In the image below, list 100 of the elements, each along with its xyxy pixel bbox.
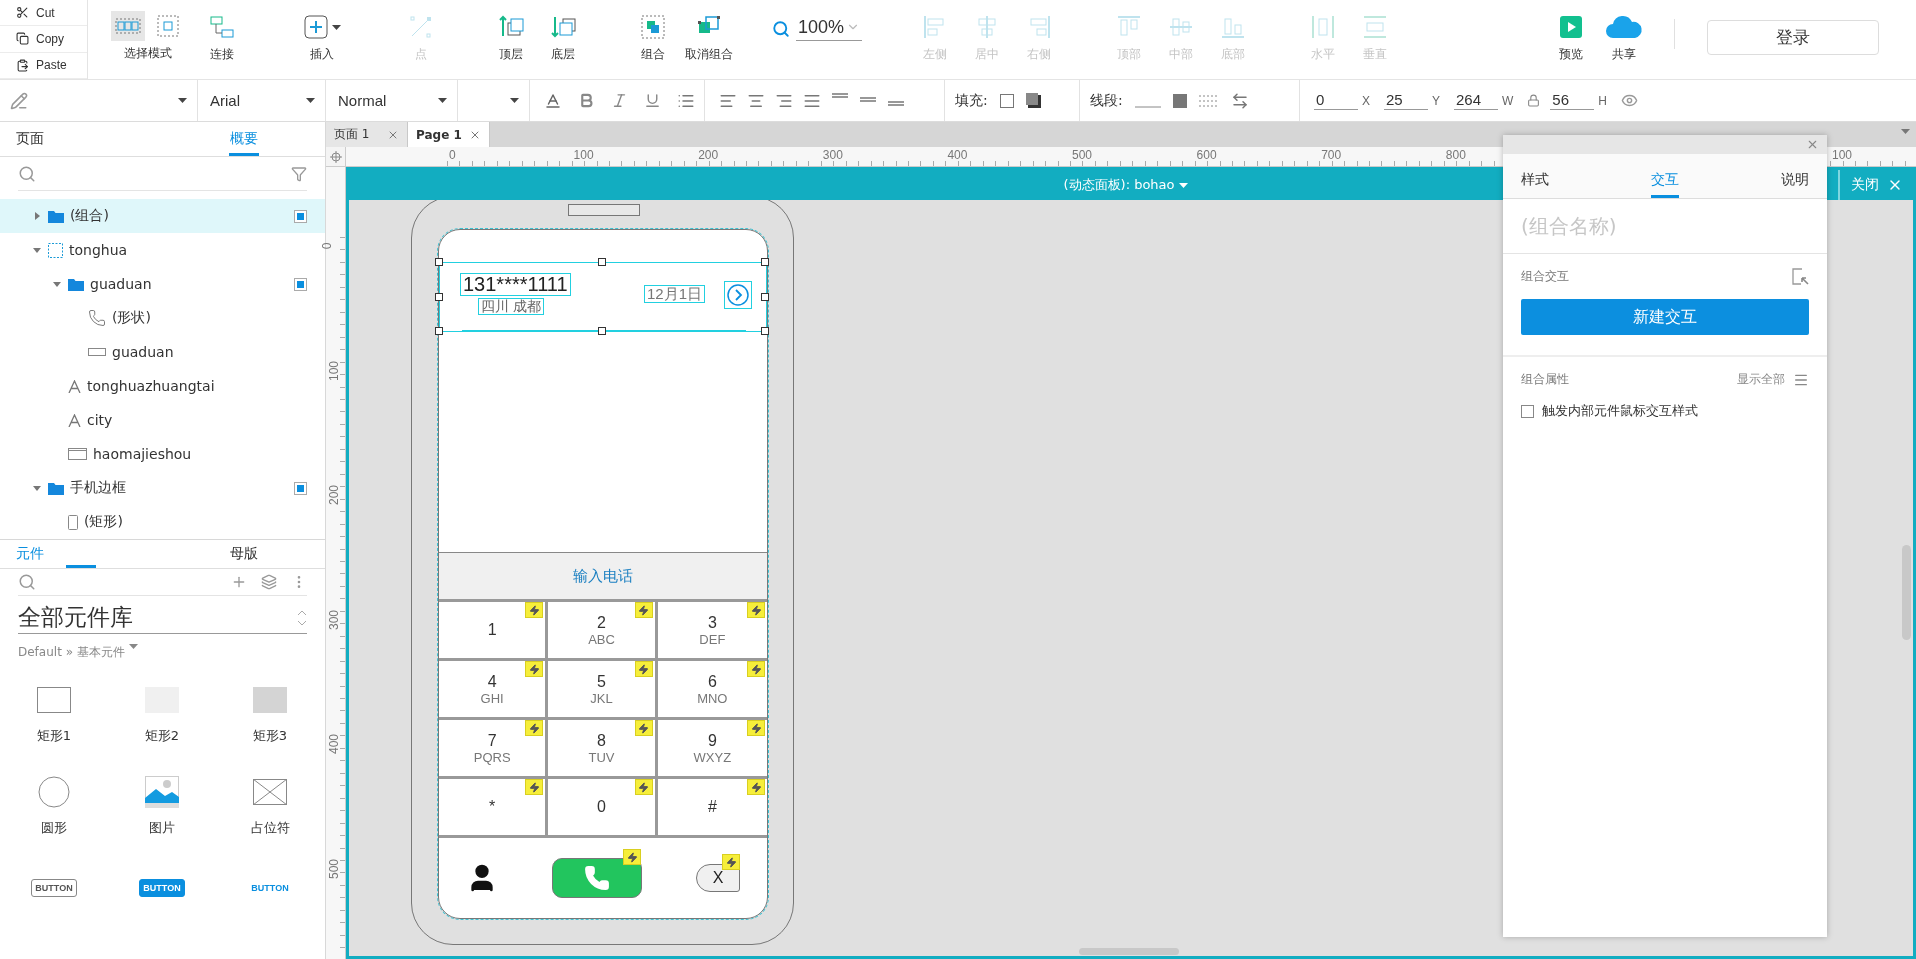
text-color-button[interactable] (544, 91, 562, 110)
keypad-key[interactable]: * (439, 779, 549, 838)
outline-item[interactable]: tonghuazhuangtai (0, 369, 325, 403)
details-button[interactable] (724, 281, 752, 309)
outline-item[interactable]: haomajieshou (0, 437, 325, 471)
outline-item[interactable]: 手机边框 (0, 471, 325, 505)
keypad-key[interactable]: 6 MNO (657, 661, 767, 720)
outline-item[interactable]: guaduan (0, 335, 325, 369)
resize-handle[interactable] (435, 293, 443, 301)
ruler-label: 100 (1832, 148, 1853, 162)
dashed-box-icon (155, 13, 181, 39)
inspector-tab[interactable]: 说明 (1781, 154, 1809, 198)
lines-icon (887, 101, 905, 106)
login-button[interactable]: 登录 (1707, 20, 1880, 55)
italic-button[interactable] (611, 92, 628, 109)
font-dropdown[interactable]: Arial (208, 80, 315, 121)
button-preview[interactable]: BUTTON (139, 879, 185, 897)
lines-icon (859, 97, 877, 102)
resize-handle[interactable] (435, 258, 443, 266)
toolbar-button[interactable]: 顶层 (485, 0, 537, 79)
widget-label[interactable]: 矩形3 (252, 727, 288, 745)
show-all-link[interactable]: 显示全部 (1737, 371, 1785, 388)
outline-item[interactable]: (形状) (0, 301, 325, 335)
outline-item[interactable]: (组合) (0, 199, 325, 233)
coordinate-field[interactable]: 56 (1550, 91, 1595, 110)
line-swatch-icon (1134, 105, 1161, 108)
toolbar-button[interactable]: 组合 (627, 0, 679, 79)
vertical-align-button[interactable] (887, 101, 905, 106)
scrollbar-thumb[interactable] (1079, 948, 1179, 955)
keypad-key[interactable]: 0 (548, 779, 658, 838)
vertical-align-button[interactable] (859, 97, 877, 102)
toolbar-button[interactable]: 共享 (1598, 0, 1651, 79)
button-preview[interactable]: BUTTON (31, 879, 77, 897)
outline-item[interactable]: city (0, 403, 325, 437)
resize-handle[interactable] (435, 327, 443, 335)
panel-tab[interactable]: 元件 (0, 540, 163, 568)
scrollbar-thumb[interactable] (1902, 545, 1911, 640)
coordinate-field[interactable]: 264 (1454, 91, 1499, 110)
expanded-caret-icon[interactable] (32, 483, 42, 493)
name-field[interactable]: (组合名称) (1503, 199, 1827, 254)
keypad-key[interactable]: 1 (439, 602, 549, 661)
resize-handle[interactable] (761, 327, 769, 335)
page-tab[interactable]: Page 1 (408, 122, 490, 147)
fill-color-button[interactable] (999, 93, 1014, 108)
ruler-label: 200 (698, 148, 719, 162)
axis-label: X (1362, 93, 1370, 108)
vertical-align-button[interactable] (831, 93, 849, 98)
page-tab[interactable]: 页面 1 (326, 122, 408, 147)
bold-button[interactable] (578, 92, 595, 109)
toolbar-button[interactable]: 插入 (296, 0, 348, 79)
option-checkbox[interactable]: 触发内部元件鼠标交互样式 (1521, 402, 1809, 420)
toolbar-button[interactable]: 取消组合 (683, 0, 735, 79)
select-arrow-icon[interactable] (1792, 268, 1809, 285)
close-icon[interactable] (1806, 138, 1819, 151)
widget-label[interactable]: 矩形1 (36, 727, 72, 745)
widget-label[interactable]: 矩形2 (144, 727, 180, 745)
zoom-dropdown[interactable]: 100% (796, 16, 863, 41)
library-breadcrumb[interactable]: Default » 基本元件 (18, 644, 125, 661)
keypad-key[interactable]: # (657, 779, 767, 838)
coordinate-field[interactable]: 25 (1384, 91, 1428, 110)
panel-tab[interactable]: 概要 (162, 122, 325, 157)
outline-item[interactable]: (矩形) (0, 505, 325, 539)
resize-handle[interactable] (598, 258, 606, 266)
collapsed-caret-icon[interactable] (32, 211, 42, 221)
delete-key[interactable]: X (696, 864, 740, 892)
keypad-key[interactable]: 4 GHI (439, 661, 549, 720)
panel-tab[interactable]: 页面 (0, 122, 163, 157)
toolbar-button[interactable]: 预览 (1545, 0, 1598, 79)
shadow-button[interactable] (1025, 93, 1041, 108)
outline-item[interactable]: guaduan (0, 267, 325, 301)
arrow-style-button[interactable] (1230, 91, 1249, 110)
widget-label[interactable]: 图片 (149, 819, 175, 837)
keypad-key[interactable]: 8 TUV (548, 720, 658, 779)
call-button[interactable] (552, 858, 642, 898)
coordinate-field[interactable]: 0 (1314, 91, 1358, 110)
toolbar-button[interactable]: 连接 (196, 0, 248, 79)
expanded-caret-icon[interactable] (52, 279, 62, 289)
line-width-button[interactable] (1172, 93, 1187, 108)
toolbar-button[interactable]: 底层 (537, 0, 589, 79)
widget-label[interactable]: 占位符 (250, 819, 290, 837)
underline-icon (644, 92, 661, 109)
resize-handle[interactable] (598, 327, 606, 335)
underline-button[interactable] (644, 92, 661, 109)
widget-label[interactable]: 圆形 (41, 819, 67, 837)
axis-label: W (1502, 93, 1514, 108)
resize-handle[interactable] (761, 258, 769, 266)
folder-icon (48, 481, 64, 495)
library-dropdown[interactable]: 全部元件库 (18, 602, 307, 634)
expanded-caret-icon[interactable] (32, 245, 42, 255)
keypad-key[interactable]: 3 DEF (657, 602, 767, 661)
keypad-key[interactable]: 7 PQRS (439, 720, 549, 779)
font-style-dropdown[interactable]: Normal (336, 80, 447, 121)
keypad-key[interactable]: 2 ABC (548, 602, 658, 661)
button-preview[interactable]: BUTTON (247, 879, 293, 897)
resize-handle[interactable] (761, 293, 769, 301)
panel-tab[interactable]: 母版 (162, 540, 325, 568)
caret-icon (510, 98, 519, 103)
inspector-tab[interactable]: 样式 (1521, 154, 1549, 198)
keypad-key[interactable]: 5 JKL (548, 661, 658, 720)
keypad-key[interactable]: 9 WXYZ (657, 720, 767, 779)
